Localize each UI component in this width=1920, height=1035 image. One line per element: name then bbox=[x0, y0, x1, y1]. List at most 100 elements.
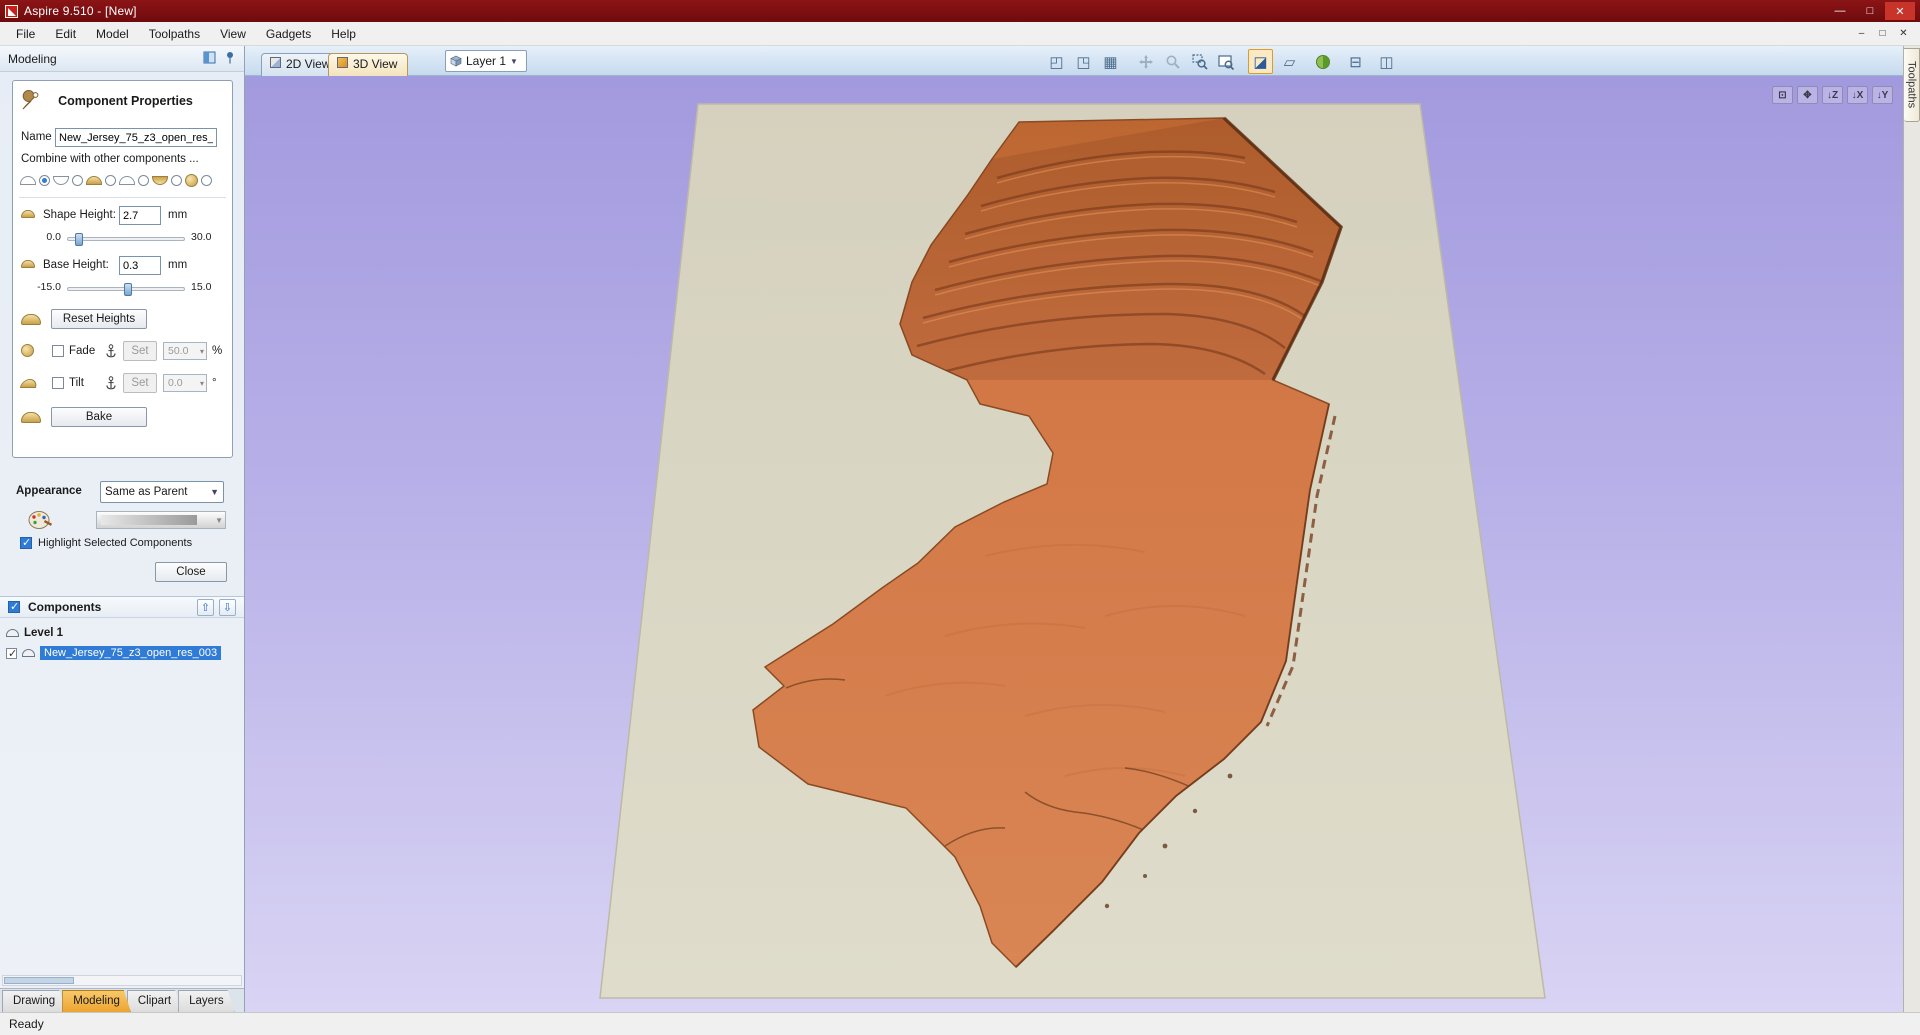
base-height-slider[interactable] bbox=[67, 283, 185, 296]
tilt-set-button[interactable]: Set bbox=[123, 373, 157, 393]
viewport-canvas[interactable] bbox=[245, 76, 1903, 1012]
components-checkbox[interactable] bbox=[8, 600, 20, 613]
fade-set-button[interactable]: Set bbox=[123, 341, 157, 361]
material-color-icon[interactable] bbox=[1310, 49, 1335, 74]
component-color-dropdown[interactable]: ▼ bbox=[96, 511, 226, 529]
close-button[interactable]: Close bbox=[155, 562, 227, 582]
tree-component-row[interactable]: New_Jersey_75_z3_open_res_003 bbox=[6, 644, 240, 662]
shape-height-slider-thumb[interactable] bbox=[75, 233, 83, 246]
component-visibility-checkbox[interactable] bbox=[6, 647, 17, 660]
name-label: Name bbox=[21, 131, 52, 143]
tab-layers[interactable]: Layers bbox=[178, 990, 235, 1012]
pan-tool-icon[interactable] bbox=[1133, 49, 1158, 74]
3d-viewport[interactable]: ⊡ ✥ ↓ Z ↓ X ↓ Y bbox=[245, 76, 1903, 1012]
menu-edit[interactable]: Edit bbox=[45, 23, 86, 45]
zoom-tool-icon[interactable] bbox=[1160, 49, 1185, 74]
appearance-select[interactable]: Same as Parent ▼ bbox=[100, 481, 224, 503]
zoom-extents-view-icon[interactable]: ⊡ bbox=[1772, 86, 1793, 104]
move-component-up-button[interactable]: ⇧ bbox=[197, 598, 214, 616]
shading-toggle-icon[interactable]: ◪ bbox=[1248, 49, 1273, 74]
base-height-label: Base Height: bbox=[43, 259, 109, 271]
split-horizontal-icon[interactable]: ⊟ bbox=[1343, 49, 1368, 74]
shape-height-input[interactable] bbox=[119, 206, 161, 225]
split-vertical-icon[interactable]: ◫ bbox=[1374, 49, 1399, 74]
snap-toggle-icon[interactable]: ◰ bbox=[1044, 49, 1069, 74]
fade-icon bbox=[21, 344, 34, 357]
menu-gadgets[interactable]: Gadgets bbox=[256, 23, 321, 45]
toolpaths-tab[interactable]: Toolpaths bbox=[1904, 48, 1920, 122]
tree-level-row[interactable]: Level 1 bbox=[6, 624, 240, 642]
tab-drawing[interactable]: Drawing bbox=[2, 990, 66, 1012]
panel-tab-bar: Drawing Modeling Clipart Layers bbox=[0, 988, 244, 1012]
component-name-input[interactable] bbox=[55, 128, 217, 147]
mdi-minimize-button[interactable]: – bbox=[1851, 25, 1872, 43]
tilt-anchor-icon[interactable] bbox=[105, 376, 117, 394]
pin-panel-icon[interactable] bbox=[224, 51, 236, 67]
panel-horizontal-scrollbar[interactable] bbox=[2, 975, 242, 986]
tab-clipart[interactable]: Clipart bbox=[127, 990, 182, 1012]
3d-view-icon bbox=[337, 57, 348, 68]
app-logo-icon bbox=[5, 4, 18, 18]
maximize-button[interactable]: □ bbox=[1855, 2, 1885, 20]
panel-title: Modeling bbox=[8, 51, 57, 66]
move-component-down-button[interactable]: ⇩ bbox=[219, 598, 236, 616]
components-header: Components ⇧ ⇩ bbox=[0, 596, 244, 618]
shape-height-slider[interactable] bbox=[67, 233, 185, 246]
iso-view-icon[interactable]: ✥ bbox=[1797, 86, 1818, 104]
component-properties-box: Component Properties Name Combine with o… bbox=[12, 80, 233, 458]
side-y-label: Y bbox=[1881, 89, 1889, 101]
menu-toolpaths[interactable]: Toolpaths bbox=[139, 23, 210, 45]
minimize-button[interactable]: — bbox=[1825, 2, 1855, 20]
combine-mask-radio[interactable] bbox=[201, 174, 212, 186]
side-x-view-icon[interactable]: ↓ X bbox=[1847, 86, 1868, 104]
menu-view[interactable]: View bbox=[210, 23, 256, 45]
close-window-button[interactable]: ✕ bbox=[1885, 2, 1915, 20]
tilt-unit: ° bbox=[212, 377, 217, 389]
zoom-box-icon[interactable] bbox=[1187, 49, 1212, 74]
color-caret-icon: ▼ bbox=[215, 515, 223, 525]
menu-file[interactable]: File bbox=[6, 23, 45, 45]
highlight-selected-label: Highlight Selected Components bbox=[38, 537, 193, 549]
bake-label: Bake bbox=[85, 411, 113, 423]
combine-add-radio[interactable] bbox=[39, 174, 50, 186]
tab-modeling[interactable]: Modeling bbox=[62, 990, 131, 1012]
toolpaths-tab-label: Toolpaths bbox=[1905, 61, 1918, 109]
window-title: Aspire 9.510 - [New] bbox=[24, 4, 137, 18]
bake-button[interactable]: Bake bbox=[51, 407, 147, 427]
menu-model[interactable]: Model bbox=[86, 23, 139, 45]
combine-multiply-radio[interactable] bbox=[171, 174, 182, 186]
combine-subtract-radio[interactable] bbox=[72, 174, 83, 186]
plan-z-view-icon[interactable]: ↓ Z bbox=[1822, 86, 1843, 104]
reset-heights-button[interactable]: Reset Heights bbox=[51, 309, 147, 329]
side-y-view-icon[interactable]: ↓ Y bbox=[1872, 86, 1893, 104]
tilt-value-dropdown[interactable]: 0.0 ▾ bbox=[163, 374, 207, 392]
fade-value-dropdown[interactable]: 50.0 ▾ bbox=[163, 342, 207, 360]
mdi-restore-button[interactable]: □ bbox=[1872, 25, 1893, 43]
app-window: Aspire 9.510 - [New] — □ ✕ File Edit Mod… bbox=[0, 0, 1920, 1035]
tilt-checkbox[interactable] bbox=[52, 377, 64, 389]
level-label: Level 1 bbox=[24, 627, 63, 639]
fade-anchor-icon[interactable] bbox=[105, 344, 117, 362]
fade-checkbox[interactable] bbox=[52, 345, 64, 357]
highlight-selected-checkbox[interactable] bbox=[20, 536, 32, 549]
component-icon bbox=[22, 649, 35, 657]
combine-merge-high-radio[interactable] bbox=[105, 174, 116, 186]
layer-selector[interactable]: Layer 1 ▼ bbox=[445, 50, 527, 72]
fade-dropdown-caret-icon: ▾ bbox=[199, 346, 204, 356]
mdi-close-button[interactable]: ✕ bbox=[1893, 25, 1914, 43]
zoom-extents-icon[interactable] bbox=[1213, 49, 1238, 74]
status-text: Ready bbox=[9, 1017, 44, 1031]
wireframe-toggle-icon[interactable]: ▱ bbox=[1277, 49, 1302, 74]
guides-toggle-icon[interactable]: ◳ bbox=[1071, 49, 1096, 74]
menu-help[interactable]: Help bbox=[321, 23, 366, 45]
base-height-slider-thumb[interactable] bbox=[124, 283, 132, 296]
grid-toggle-icon[interactable]: ▦ bbox=[1098, 49, 1123, 74]
tab-3d-view[interactable]: 3D View bbox=[328, 53, 409, 76]
combine-merge-low-radio[interactable] bbox=[138, 174, 149, 186]
level-icon bbox=[6, 629, 19, 637]
dock-panel-icon[interactable] bbox=[203, 51, 216, 67]
base-height-input[interactable] bbox=[119, 256, 161, 275]
tilt-icon bbox=[19, 379, 39, 388]
tab-modeling-label: Modeling bbox=[73, 995, 120, 1007]
fade-unit: % bbox=[212, 345, 223, 357]
